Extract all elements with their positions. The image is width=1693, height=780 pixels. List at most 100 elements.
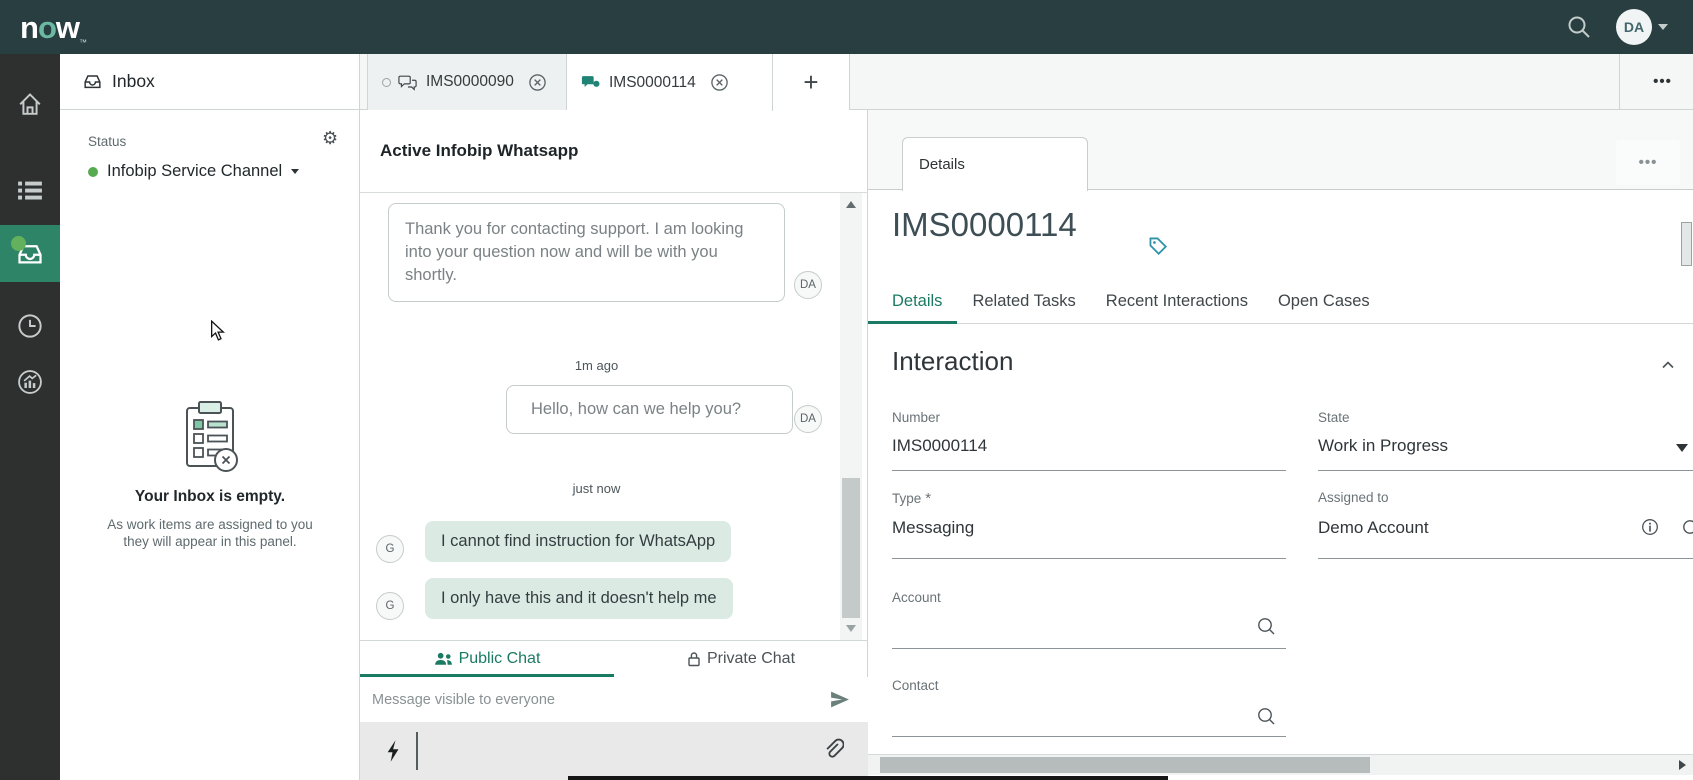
horizontal-scrollbar[interactable] [868,754,1693,775]
more-options-button[interactable]: ••• [1616,140,1680,185]
timestamp: 1m ago [360,358,833,373]
message-input[interactable] [372,692,812,708]
chat-bubbles-icon [581,74,600,91]
field-label-type: Type* [892,490,931,507]
chat-message: I cannot find instruction for WhatsApp [425,521,731,562]
attachment-icon[interactable] [822,738,844,767]
chat-mode-tabs: Public Chat Private Chat [360,640,868,677]
rail-item-history[interactable] [0,298,60,354]
inbox-panel: Status ⚙ Infobip Service Channel [60,110,360,780]
reference-lookup-icon[interactable] [1681,518,1693,543]
chat-message: Hello, how can we help you? [506,385,793,434]
user-menu[interactable]: DA [1616,9,1668,45]
empty-inbox-title: Your Inbox is empty. [60,488,360,506]
tab-label: IMS0000114 [609,74,696,92]
status-label: Status [88,134,126,149]
rail-item-lists[interactable] [0,162,60,218]
inbox-icon [82,72,103,91]
close-icon[interactable] [710,73,729,92]
scrollbar-thumb[interactable] [842,478,860,618]
scroll-up-icon[interactable] [846,201,856,208]
field-value-assigned-to[interactable]: Demo Account [1318,518,1429,538]
chat-scrollbar[interactable] [840,193,862,640]
clock-icon [16,312,44,340]
details-page-tab[interactable]: Details [902,137,1088,191]
rail-item-performance[interactable] [0,354,60,410]
close-icon[interactable] [528,73,547,92]
field-value-type[interactable]: Messaging [892,518,974,538]
status-dot-icon [88,167,98,177]
text-cursor [416,732,418,770]
search-icon[interactable] [1566,14,1592,40]
tab-label: IMS0000090 [426,73,514,91]
more-options-button[interactable]: ••• [1632,54,1693,109]
agent-avatar: DA [794,271,822,299]
chat-message-list: Thank you for contacting support. I am l… [360,193,868,640]
channel-selector[interactable]: Infobip Service Channel [88,162,299,181]
chat-bubbles-icon [398,74,417,91]
tab-ims0000090[interactable]: IMS0000090 [367,54,567,110]
chat-message: I only have this and it doesn't help me [425,578,733,619]
bottom-edge-artifact [568,776,1168,780]
chevron-down-icon [291,169,299,174]
customer-avatar: G [376,592,404,620]
list-icon [16,176,44,204]
left-rail [0,54,60,780]
field-label-state: State [1318,410,1350,425]
workspace-tab-strip: IMS0000090 IMS0000114 + ••• [360,54,1693,110]
inbox-panel-header: Inbox [60,54,360,110]
collapse-section-icon[interactable] [1659,356,1677,379]
chat-panel: Active Infobip Whatsapp Thank you for co… [360,110,868,780]
tab-ims0000114[interactable]: IMS0000114 [567,54,773,111]
chat-message: Thank you for contacting support. I am l… [388,203,785,302]
rail-item-home[interactable] [0,76,60,132]
tab-public-chat[interactable]: Public Chat [360,641,614,677]
lock-icon [687,651,701,667]
empty-inbox-illustration [179,396,241,481]
field-value-number: IMS0000114 [892,436,987,456]
rail-item-inbox[interactable] [0,225,60,282]
subtab-details[interactable]: Details [868,280,957,323]
subtab-open-cases[interactable]: Open Cases [1263,280,1385,323]
field-label-number: Number [892,410,940,425]
info-icon[interactable] [1641,518,1659,541]
avatar: DA [1616,9,1652,45]
add-tab-button[interactable]: + [773,54,850,110]
search-lookup-icon[interactable] [1256,706,1276,731]
required-asterisk: * [925,490,931,507]
search-lookup-icon[interactable] [1256,616,1276,641]
composer-toolbar [360,722,868,780]
scroll-right-icon[interactable] [1679,760,1686,770]
agent-avatar: DA [794,405,822,433]
scrollbar-thumb[interactable] [880,757,1370,773]
gear-icon[interactable]: ⚙ [322,128,338,149]
presence-badge [11,236,26,251]
field-label-contact: Contact [892,678,939,693]
record-subtabs: Details Related Tasks Recent Interaction… [868,280,1693,324]
scroll-down-icon[interactable] [846,625,856,632]
send-icon[interactable] [829,689,850,715]
chart-icon [16,368,44,396]
tab-private-chat[interactable]: Private Chat [614,641,868,677]
divider [1619,54,1620,110]
vertical-scrollbar-thumb[interactable] [1681,222,1692,266]
record-number-title: IMS0000114 [892,206,1077,244]
timestamp: just now [360,481,833,496]
quick-action-icon[interactable] [384,739,401,768]
customer-avatar: G [376,535,404,563]
chevron-down-icon [1658,24,1668,30]
channel-name: Infobip Service Channel [107,162,282,181]
tag-icon[interactable] [1148,236,1168,261]
record-details-panel: Details ••• IMS0000114 Details Related T… [868,110,1693,780]
field-value-state[interactable]: Work in Progress [1318,436,1448,456]
top-header: now™ DA [0,0,1693,54]
empty-inbox-text: As work items are assigned to you they w… [60,516,360,550]
presence-ring-icon [382,78,391,87]
chat-composer [360,677,868,722]
subtab-related-tasks[interactable]: Related Tasks [957,280,1090,323]
home-icon [16,90,44,118]
state-dropdown-caret-icon[interactable] [1676,444,1688,452]
app-window: now™ DA Inbox [0,0,1693,780]
now-logo[interactable]: now™ [20,10,86,47]
subtab-recent-interactions[interactable]: Recent Interactions [1091,280,1263,323]
